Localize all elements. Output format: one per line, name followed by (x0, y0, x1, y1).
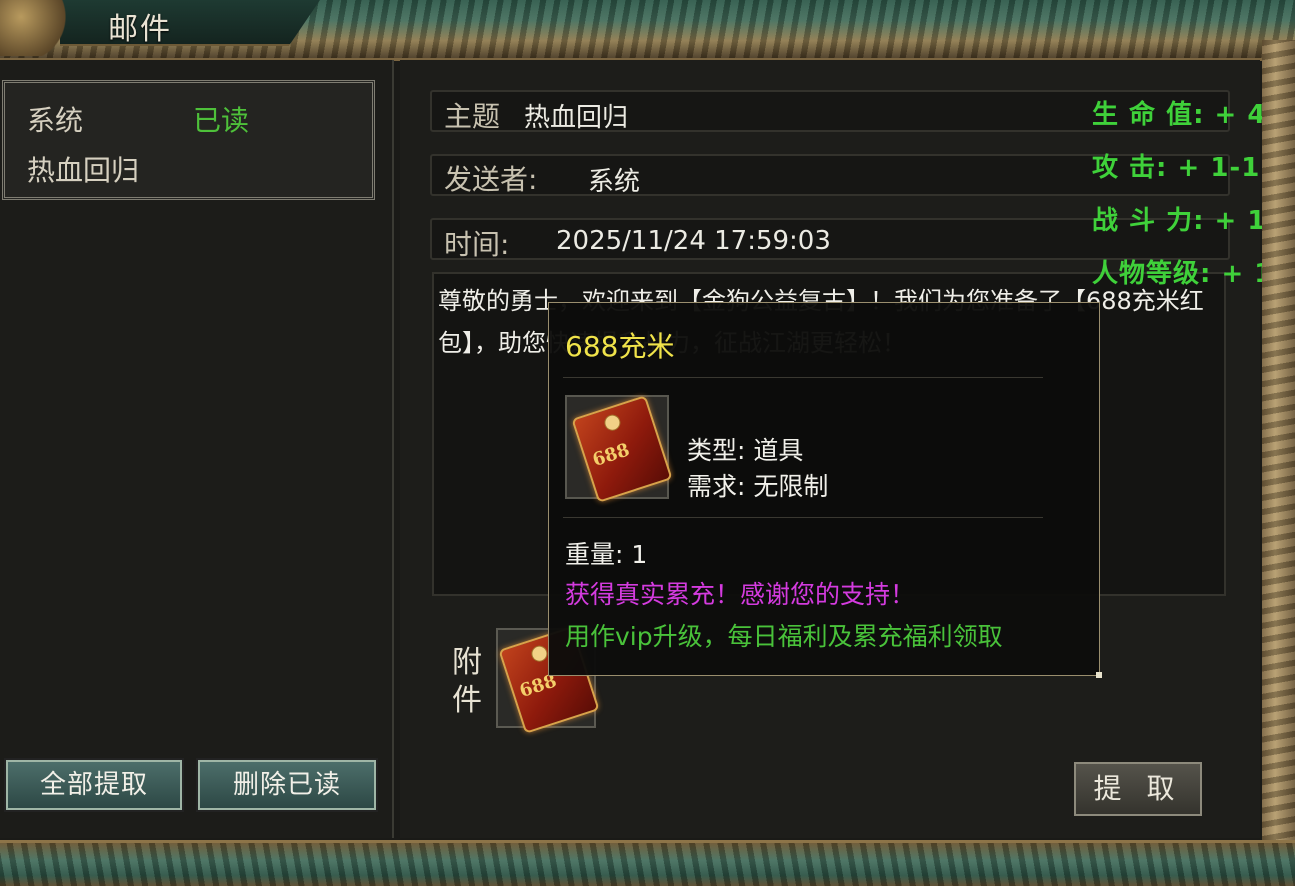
dragon-ornament-icon (0, 0, 70, 56)
mail-item-subject: 热血回归 (27, 154, 140, 187)
extract-button[interactable]: 提 取 (1074, 762, 1202, 816)
tooltip-divider (563, 377, 1043, 378)
window-title: 邮件 (108, 12, 172, 47)
subject-value: 热血回归 (524, 103, 629, 133)
coin-icon (602, 412, 623, 433)
delete-read-button[interactable]: 删除已读 (196, 758, 378, 812)
subject-label: 主题 (444, 100, 501, 133)
red-envelope-icon: 688 (571, 395, 673, 503)
title-tab (60, 0, 320, 46)
sender-value: 系统 (588, 167, 641, 197)
attachment-label: 附件 (452, 645, 482, 718)
tooltip-type: 类型: 道具 (687, 436, 804, 465)
time-label: 时间: (444, 228, 510, 261)
tooltip-desc-green: 用作vip升级，每日福利及累充福利领取 (565, 622, 1003, 651)
mail-list-item[interactable]: 系统 已读 热血回归 (2, 80, 375, 200)
coin-icon (529, 643, 550, 664)
ornate-frame-bottom (0, 840, 1295, 886)
tooltip-requirement: 需求: 无限制 (687, 472, 829, 501)
mail-item-status: 已读 (193, 104, 250, 137)
tooltip-item-slot: 688 (565, 395, 673, 503)
claim-all-button[interactable]: 全部提取 (4, 758, 184, 812)
tooltip-corner (1096, 672, 1102, 678)
stat-level: 人物等级: + 1 (1092, 259, 1274, 289)
red-envelope-number: 688 (590, 439, 633, 471)
tooltip-desc-purple: 获得真实累充！感谢您的支持！ (565, 580, 916, 609)
stat-attack: 攻 击: + 1-1 (1092, 153, 1261, 183)
item-tooltip: 688充米 688 类型: 道具 需求: 无限制 重量: 1 获得真实累充！感谢… (548, 302, 1102, 678)
time-value: 2025/11/24 17:59:03 (556, 226, 831, 256)
tooltip-weight: 重量: 1 (565, 540, 648, 569)
ornate-frame-right (1262, 40, 1295, 850)
stat-hp: 生 命 值: + 40 (1092, 100, 1286, 130)
mail-item-sender: 系统 (27, 104, 84, 137)
tooltip-item-name: 688充米 (565, 330, 675, 363)
sender-label: 发送者: (444, 163, 538, 196)
tooltip-divider (563, 517, 1043, 518)
